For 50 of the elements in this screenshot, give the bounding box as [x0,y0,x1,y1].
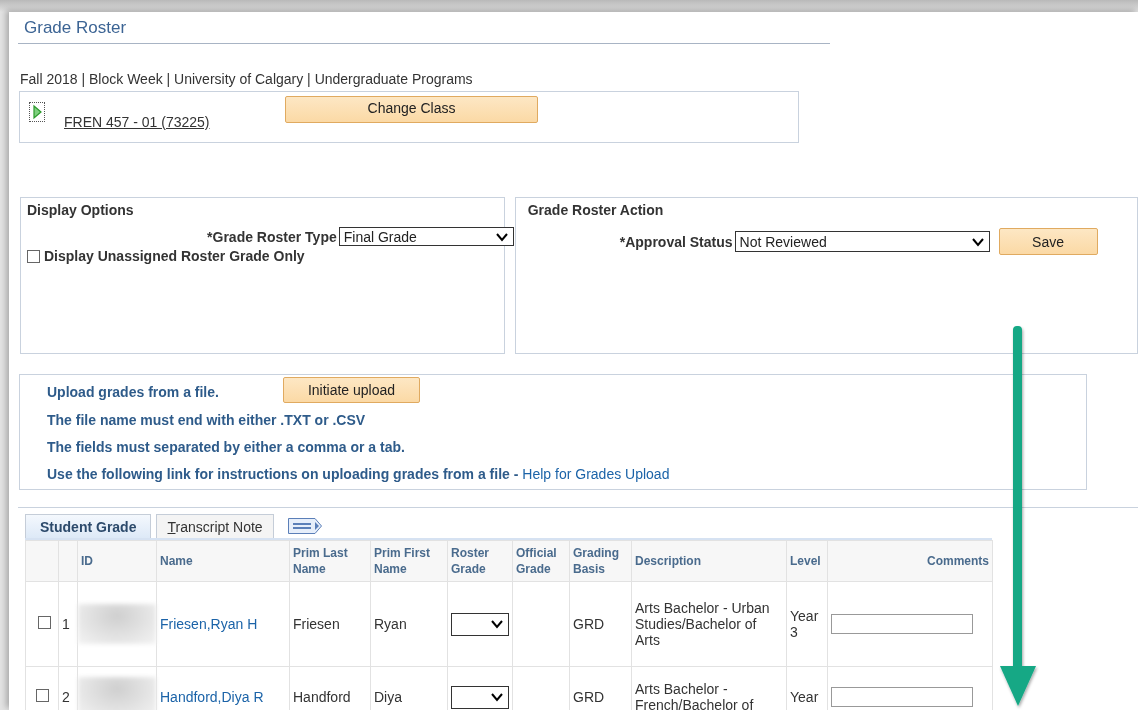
caret-icon [494,231,509,242]
column-header[interactable]: Roster Grade [447,540,513,582]
table-cell: Arts Bachelor - Urban Studies/Bachelor of Arts [631,581,787,667]
column-header[interactable]: Name [156,540,290,582]
column-header[interactable]: Level [786,540,828,582]
dropdown[interactable] [451,612,509,636]
help-link[interactable]: Help for Grades Upload [522,465,670,482]
column-header[interactable]: ID [77,540,157,582]
column-header[interactable]: Grading Basis [569,540,632,582]
group-title: Display Options [27,202,135,218]
upload-text: The fields must separated by either a comma or a tab. [47,438,405,455]
checkbox[interactable] [27,249,40,263]
column-header[interactable]: Description [631,540,787,582]
page-title: Grade Roster [18,12,830,44]
field-label: *Grade Roster Type [207,228,337,245]
column-header[interactable]: Comments [827,540,993,582]
table-cell: Ryan [370,581,448,667]
caret-icon [970,236,985,247]
student-name-link[interactable]: Friesen,Ryan H [160,616,258,632]
expand-icon[interactable] [29,102,45,122]
checkbox[interactable] [35,689,49,702]
comments-field[interactable] [831,687,973,707]
caret-icon [490,692,504,702]
dropdown[interactable] [451,685,509,709]
save-button[interactable]: Save [998,228,1098,255]
term-line: Fall 2018 | Block Week | University of Calgary | Undergraduate Programs [20,71,474,87]
upload-text: Use the following link for instructions on uploading grades from a file - [47,465,519,482]
column-header[interactable]: Prim Last Name [289,540,371,582]
tab[interactable]: Transcript Note [156,514,274,538]
show-all-columns-icon[interactable] [286,517,323,535]
change-class-button[interactable]: Change Class [285,96,538,123]
comments-field[interactable] [831,614,973,634]
checkbox[interactable] [38,616,51,629]
table-cell: GRD [569,581,632,667]
table-cell: Friesen [289,581,371,667]
table-cell: Year 3 [786,581,828,667]
column-header[interactable]: Official Grade [512,540,570,582]
group-title: Grade Roster Action [527,202,665,218]
row-number: 1 [58,581,78,667]
tab[interactable]: Student Grade [25,514,152,538]
upload-text: The file name must end with either .TXT or .CSV [47,411,366,428]
dropdown[interactable]: Final Grade [338,227,514,246]
column-header[interactable]: Prim First Name [370,540,448,582]
initiate-upload-button[interactable]: Initiate upload [283,377,420,403]
field-label: *Approval Status [619,233,733,250]
caret-icon [490,619,504,629]
upload-text: Upload grades from a file. [47,384,220,400]
class-link[interactable]: FREN 457 - 01 (73225) [64,114,210,130]
checkbox-label: Display Unassigned Roster Grade Only [44,248,305,264]
dropdown[interactable]: Not Reviewed [734,231,990,252]
